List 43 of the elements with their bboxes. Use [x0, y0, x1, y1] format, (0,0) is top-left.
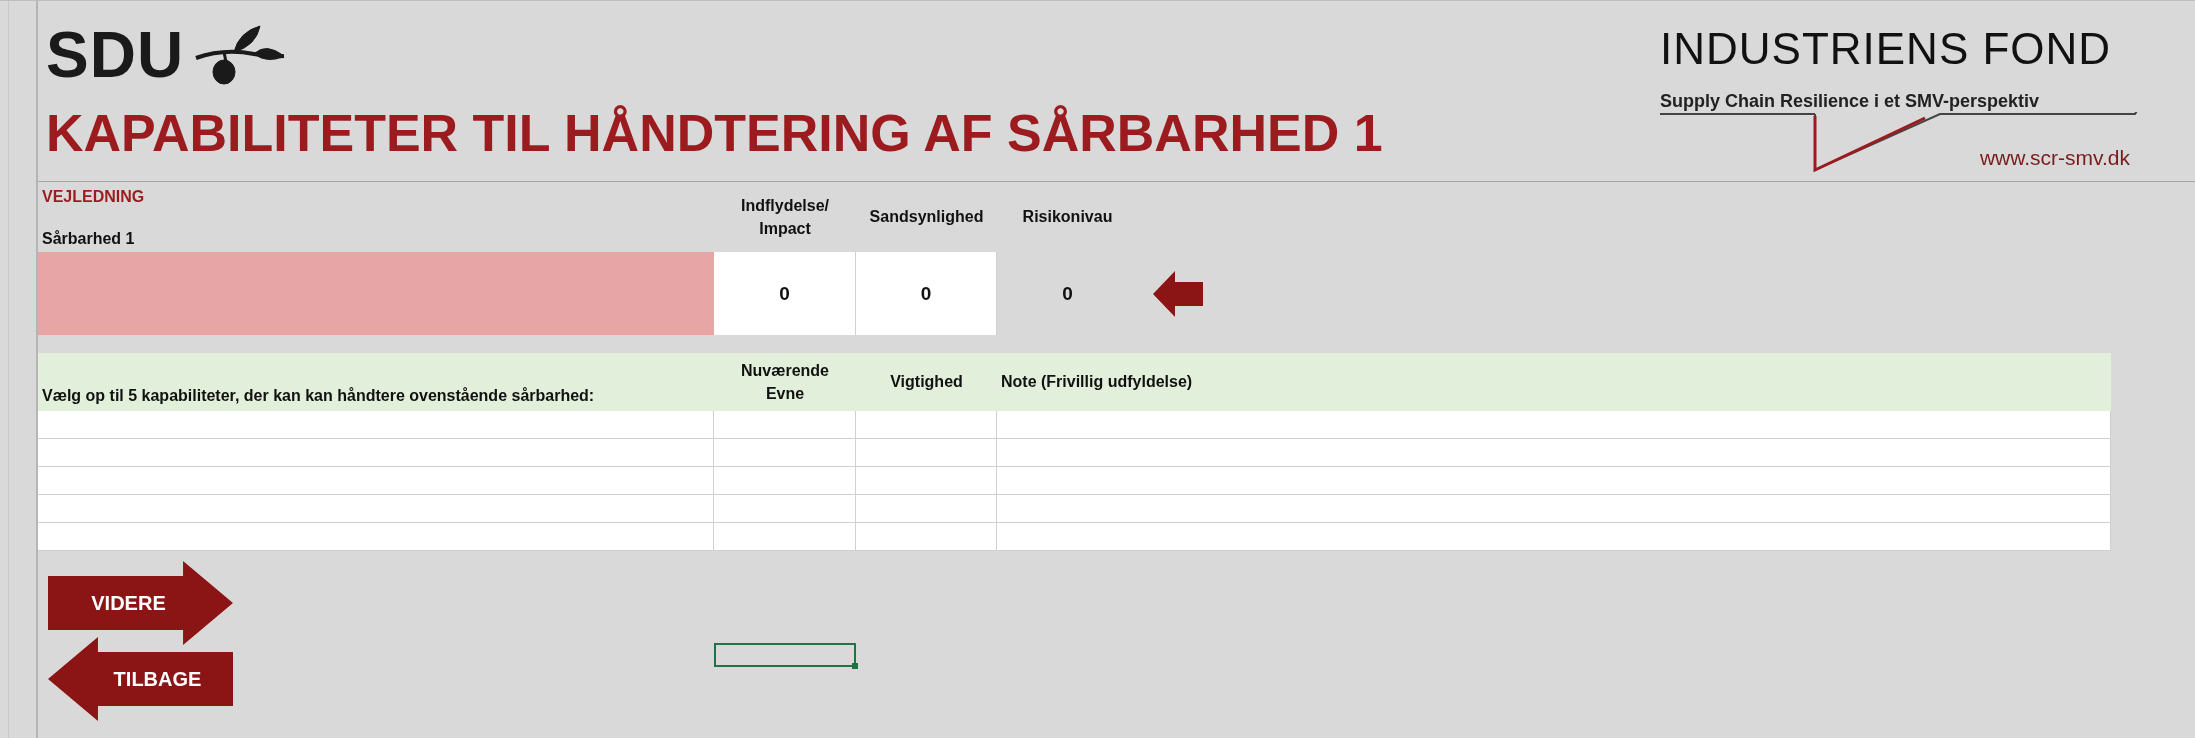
table-cell[interactable]	[38, 439, 714, 467]
table-cell[interactable]	[997, 523, 2111, 551]
apple-branch-icon	[194, 24, 287, 86]
table-cell[interactable]	[856, 495, 997, 523]
table-cell[interactable]	[997, 439, 2111, 467]
navigation-button[interactable]: TILBAGE	[48, 637, 233, 721]
table-cell[interactable]	[714, 495, 856, 523]
table-cell[interactable]	[997, 411, 2111, 439]
column-header: Note (Frivillig udfyldelse)	[1001, 373, 1193, 391]
table-cell[interactable]	[856, 523, 997, 551]
navigation-button[interactable]: VIDERE	[48, 561, 233, 645]
website-link[interactable]: www.scr-smv.dk	[1979, 146, 2130, 171]
table-cell[interactable]	[856, 411, 997, 439]
table-cell[interactable]	[997, 495, 2111, 523]
page-title: KAPABILITETER TIL HÅNDTERING AF SÅRBARHED 1	[46, 105, 1383, 163]
table-cell[interactable]	[714, 439, 856, 467]
table-cell[interactable]	[856, 467, 997, 495]
table-cell[interactable]	[856, 439, 997, 467]
table-cell[interactable]	[38, 523, 714, 551]
table-cell[interactable]	[997, 467, 2111, 495]
tagline: Supply Chain Resilience i et SMV-perspektiv	[1660, 91, 2041, 113]
vulnerability-input-field[interactable]	[38, 252, 714, 335]
table-cell[interactable]	[714, 467, 856, 495]
value-cell-text: 0	[1061, 281, 1074, 306]
foundation-logo-text: INDUSTRIENS FOND	[1660, 25, 2113, 74]
vulnerability-label: Sårbarhed 1	[42, 230, 136, 248]
value-cell: 0	[856, 252, 997, 335]
value-cell: 0	[714, 252, 856, 335]
column-header: Risikonivau	[1022, 207, 1113, 228]
guide-link[interactable]: VEJLEDNING	[42, 188, 710, 206]
capabilities-prompt: Vælg op til 5 kapabiliteter, der kan kan håndtere ovenstående sårbarhed:	[42, 387, 595, 405]
table-cell[interactable]	[38, 411, 714, 439]
table-cell[interactable]	[38, 495, 714, 523]
column-header: Nuværende Evne	[740, 360, 830, 404]
column-header: Sandsynlighed	[869, 207, 984, 228]
table-cell[interactable]	[714, 523, 856, 551]
table-cell[interactable]	[38, 467, 714, 495]
selected-cell[interactable]	[714, 643, 856, 667]
table-cell[interactable]	[714, 411, 856, 439]
column-header: Vigtighed	[890, 372, 963, 393]
sdu-logo-text: SDU	[46, 23, 185, 87]
left-arrow-icon	[1153, 270, 1203, 317]
column-header: Indflydelse/ Impact	[740, 195, 830, 239]
